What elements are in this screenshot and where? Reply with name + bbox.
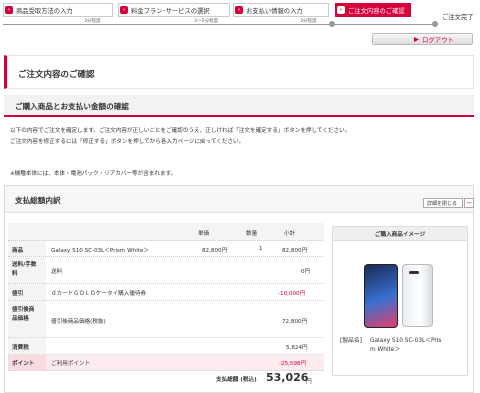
row-subtotal: 82,800円 — [282, 248, 308, 254]
step-1: › 商品受取方法の入力 — [3, 3, 113, 17]
row-name: 送料 — [51, 269, 63, 275]
row-qty: 1 — [259, 246, 263, 252]
grand-total-value: 53,026 — [266, 371, 309, 384]
check-icon: › — [120, 6, 128, 14]
grand-total-unit: 円 — [306, 379, 312, 385]
row-label: ポイント — [12, 361, 35, 367]
header-price: 単価 — [198, 231, 210, 237]
grand-total-label: 支払総額 (税込) — [216, 377, 257, 383]
step-4-label: ご注文内容のご確認 — [348, 7, 405, 15]
minus-icon[interactable]: − — [464, 198, 474, 208]
row-name: ｄカードＧＯＬＤケータイ購入優待券 — [51, 291, 147, 297]
step-done-label: ご注文完了 — [442, 14, 474, 21]
notice-line-2: ご注文内容を修正するには「修正する」ボタンを押してから各入力ページに戻ってくださ… — [10, 139, 245, 145]
row-label: 送料/手数料 — [12, 262, 37, 277]
progress-steps: › 商品受取方法の入力 3分程度 › 料金プラン･サービスの選択 3～5分程度 … — [0, 0, 480, 30]
row-subtotal: 5,824円 — [286, 345, 308, 351]
check-icon: › — [235, 6, 243, 14]
step-2-label: 料金プラン･サービスの選択 — [131, 7, 210, 15]
row-name: Galaxy S10 SC-03L＜Prism White＞ — [51, 248, 150, 254]
row-label: 値引 — [12, 291, 24, 297]
row-label: 消費税 — [12, 345, 29, 351]
section-title-box: ご購入商品とお支払い金額の確認 — [4, 95, 474, 117]
progress-dot — [329, 21, 335, 27]
step-3: › お支払い情報の入力 — [233, 3, 329, 17]
row-label: 値引後商品価格 — [12, 307, 35, 322]
page-title-box: ご注文内容のご確認 — [4, 55, 474, 89]
progress-line — [3, 24, 437, 25]
step-2: › 料金プラン･サービスの選択 — [118, 3, 230, 17]
row-subtotal: -10,000円 — [278, 291, 306, 297]
header-subtotal: 小計 — [284, 231, 296, 237]
logout-button[interactable]: ログアウト — [372, 33, 473, 45]
row-name: 値引後商品価格(税抜) — [51, 319, 106, 325]
logout-label: ログアウト — [422, 35, 454, 44]
notice-line-3: ※機種本体には、本体・電池パック・リアカバー等が含まれます。 — [10, 171, 177, 177]
row-label: 商品 — [12, 248, 24, 254]
payment-breakdown-title: 支払総額内訳 — [15, 196, 61, 205]
table-row: 消費税 5,824円 — [8, 338, 324, 355]
phone-back-image — [402, 264, 433, 327]
phone-front-image — [364, 264, 398, 328]
product-image-panel: ご購入商品イメージ [製品名] Galaxy S10 SC-03L＜Pris m… — [332, 226, 468, 376]
product-name-label: [製品名] — [340, 338, 362, 344]
payment-breakdown-header: 支払総額内訳 詳細を閉じる − — [5, 186, 474, 213]
notice-line-1: 以下の内容でご注文を確定します。ご注文内容が正しいことをご確認のうえ、正しければ… — [10, 128, 351, 134]
arrow-right-icon — [414, 37, 419, 42]
row-subtotal: -25,598円 — [279, 361, 307, 367]
step-1-label: 商品受取方法の入力 — [16, 7, 73, 15]
close-details-button[interactable]: 詳細を閉じる — [423, 198, 463, 208]
step-3-label: お支払い情報の入力 — [246, 7, 303, 15]
progress-dot — [432, 21, 438, 27]
product-image-title: ご購入商品イメージ — [333, 227, 467, 241]
product-name-line-2: m White＞ — [370, 347, 401, 353]
camera-icon — [409, 271, 419, 274]
product-name-line-1: Galaxy S10 SC-03L＜Pris — [370, 338, 442, 344]
section-title: ご購入商品とお支払い金額の確認 — [15, 102, 129, 111]
step-4: › ご注文内容のご確認 — [335, 3, 411, 17]
table-row: 値引後商品価格 値引後商品価格(税抜) 72,800円 — [8, 301, 324, 338]
row-subtotal: 72,800円 — [282, 319, 308, 325]
table-row: 商品 Galaxy S10 SC-03L＜Prism White＞ 82,800… — [8, 241, 324, 257]
table-row: ポイント ご利用ポイント -25,598円 — [8, 355, 324, 371]
check-icon: › — [5, 6, 13, 14]
page-title: ご注文内容のご確認 — [18, 70, 95, 80]
row-subtotal: 0円 — [301, 269, 311, 275]
header-qty: 数量 — [246, 231, 258, 237]
table-row: 送料/手数料 送料 0円 — [8, 257, 324, 284]
current-step-icon: › — [337, 6, 345, 14]
row-name: ご利用ポイント — [51, 361, 91, 367]
row-price: 82,800円 — [202, 248, 228, 254]
table-row: 値引 ｄカードＧＯＬＤケータイ購入優待券 -10,000円 — [8, 284, 324, 301]
table-header-row: 単価 数量 小計 — [8, 223, 324, 241]
logout-row: ログアウト — [0, 30, 480, 46]
